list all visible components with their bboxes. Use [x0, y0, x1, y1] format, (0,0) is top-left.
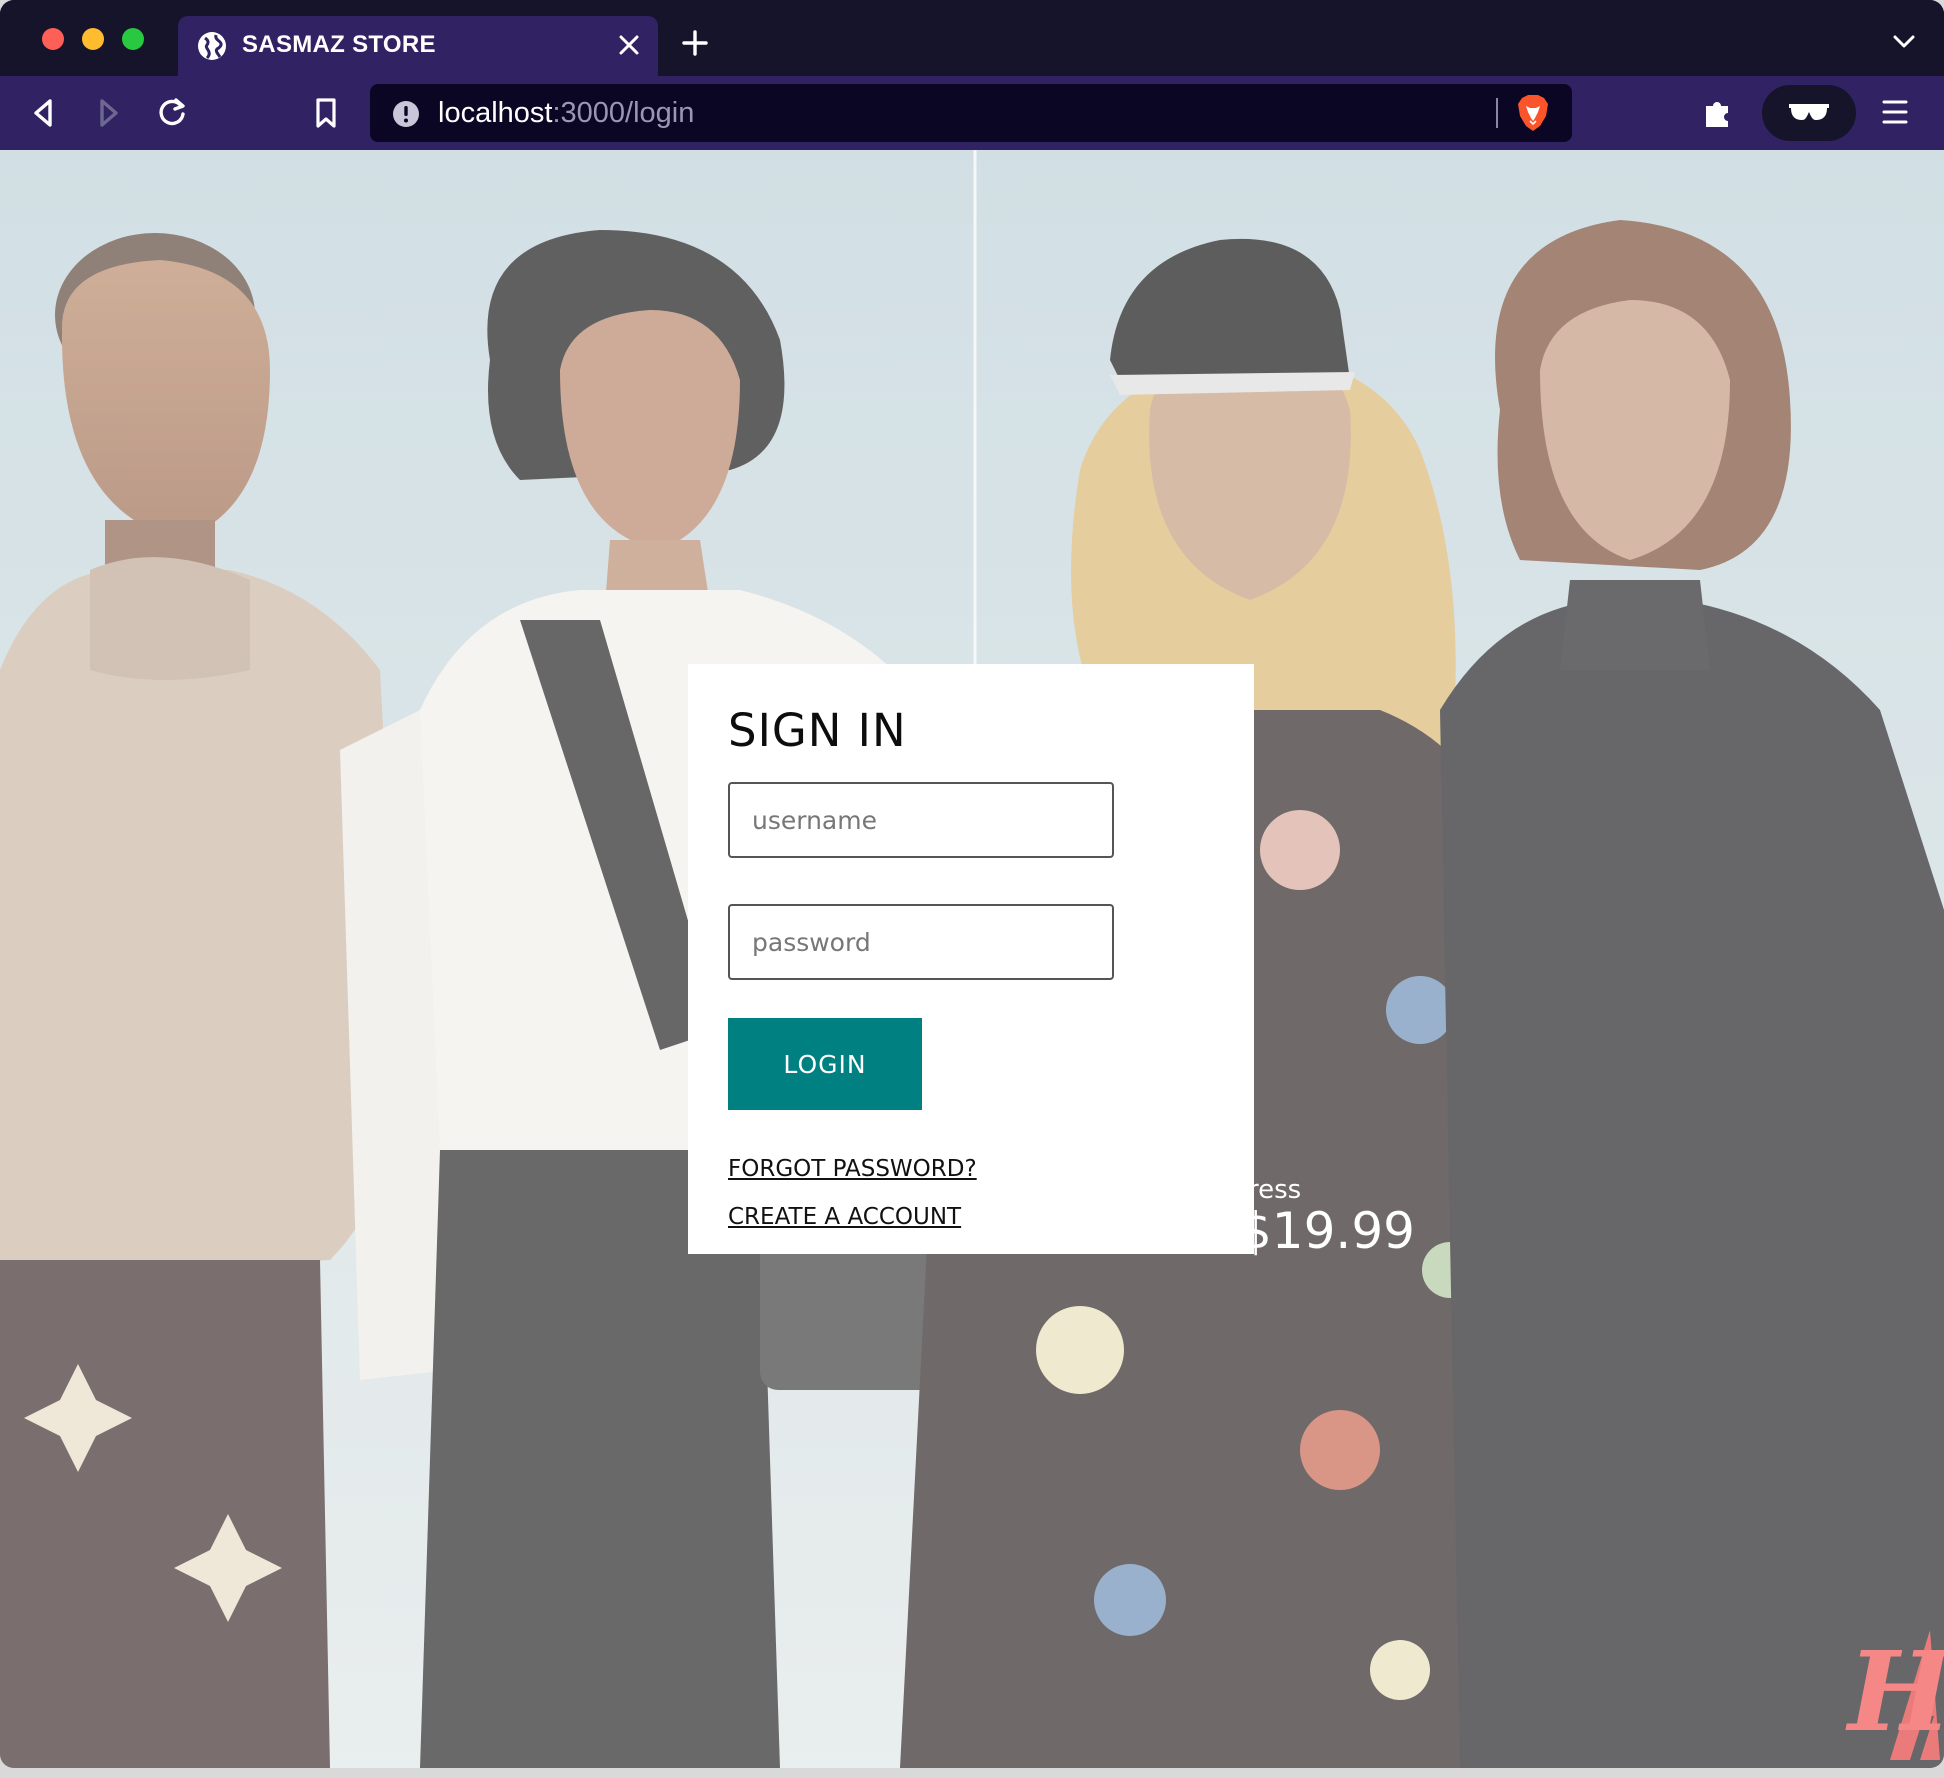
address-bar[interactable]: localhost:3000/login: [370, 84, 1572, 142]
username-input[interactable]: [728, 782, 1114, 858]
menu-icon[interactable]: [1880, 98, 1910, 126]
tab-title: SASMAZ STORE: [242, 31, 436, 58]
create-account-link[interactable]: CREATE A ACCOUNT: [728, 1204, 961, 1230]
maximize-window-button[interactable]: [122, 28, 144, 50]
password-input[interactable]: [728, 904, 1114, 980]
login-title: SIGN IN: [728, 704, 907, 757]
page-content: ress $19.99 H SIGN IN LOGIN FORGOT PASSW…: [0, 150, 1944, 1768]
tab-active[interactable]: SASMAZ STORE: [178, 16, 658, 76]
url-host: localhost: [438, 97, 553, 129]
forgot-password-link[interactable]: FORGOT PASSWORD?: [728, 1156, 977, 1182]
minimize-window-button[interactable]: [82, 28, 104, 50]
login-button[interactable]: LOGIN: [728, 1018, 922, 1110]
url-text[interactable]: localhost:3000/login: [438, 97, 694, 130]
url-path: :3000/login: [552, 97, 695, 129]
login-card: SIGN IN LOGIN FORGOT PASSWORD? CREATE A …: [688, 664, 1254, 1254]
globe-icon: [198, 32, 226, 60]
bookmark-icon[interactable]: [308, 95, 344, 131]
info-icon[interactable]: [392, 100, 420, 128]
browser-toolbar: localhost:3000/login: [0, 76, 1944, 150]
plus-icon[interactable]: [680, 28, 710, 58]
address-divider: [1496, 98, 1498, 128]
reload-icon[interactable]: [154, 95, 190, 131]
back-icon[interactable]: [26, 95, 62, 131]
puzzle-icon[interactable]: [1700, 94, 1736, 130]
browser-window: SASMAZ STORE localhost:3000/login ress $…: [0, 0, 1944, 1768]
close-window-button[interactable]: [42, 28, 64, 50]
private-mode-button[interactable]: [1762, 85, 1856, 141]
brave-lion-icon[interactable]: [1516, 94, 1550, 132]
tab-strip: SASMAZ STORE: [0, 0, 1944, 76]
forward-icon[interactable]: [90, 95, 126, 131]
chevron-down-icon[interactable]: [1892, 34, 1916, 50]
glasses-icon: [1789, 104, 1829, 120]
close-icon[interactable]: [616, 32, 642, 58]
